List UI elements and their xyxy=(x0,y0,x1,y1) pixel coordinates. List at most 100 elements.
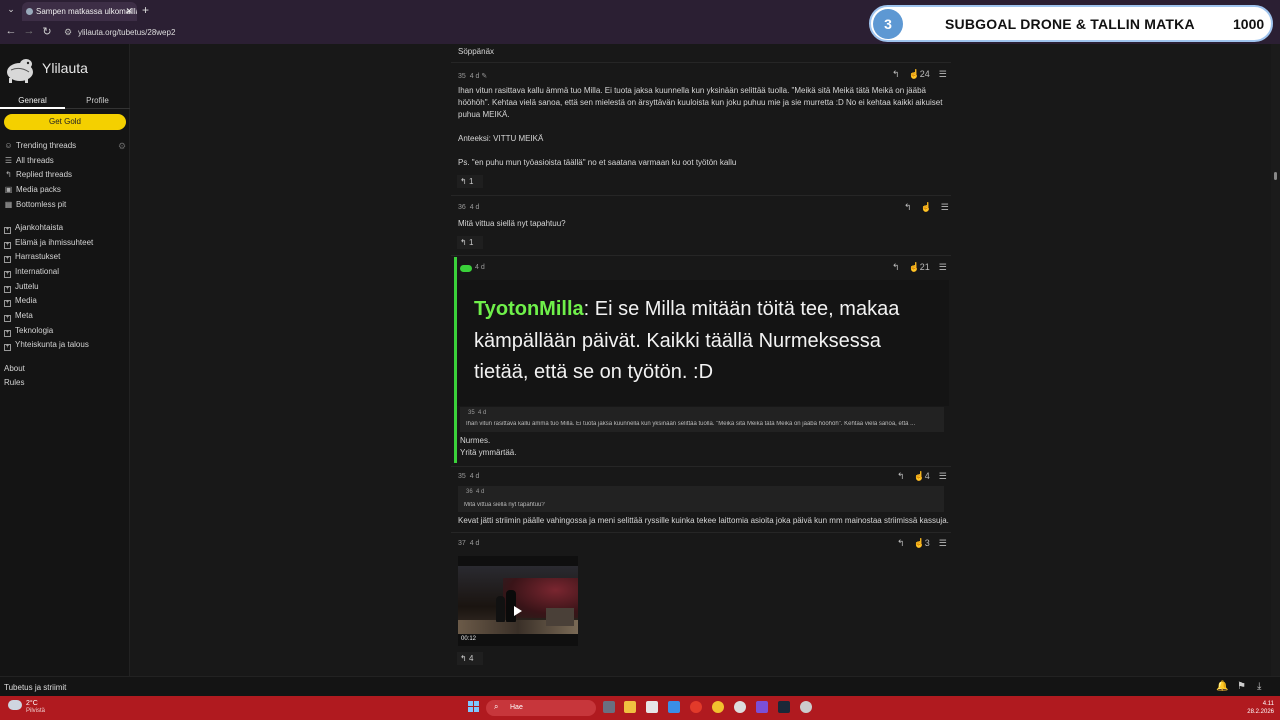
task-view-icon[interactable] xyxy=(603,701,615,713)
like-icon[interactable]: ☝21 xyxy=(909,262,930,272)
tab-profile[interactable]: Profile xyxy=(65,92,130,109)
sidebar-item-all-threads[interactable]: ☰ All threads xyxy=(4,156,128,168)
like-icon[interactable]: ☝24 xyxy=(909,69,930,79)
forward-icon[interactable]: → xyxy=(22,25,36,37)
expand-icon[interactable]: + xyxy=(4,330,11,337)
sidebar-category[interactable]: + Elämä ja ihmissuhteet xyxy=(4,238,128,250)
teams-icon[interactable] xyxy=(756,701,768,713)
like-icon[interactable]: ☝3 xyxy=(914,538,930,548)
notifications-icon[interactable]: 🔔 xyxy=(1216,681,1228,692)
like-icon[interactable]: ☝4 xyxy=(914,471,930,481)
windows-start-icon[interactable] xyxy=(468,701,480,713)
taskbar-search[interactable]: ⌕ Hae xyxy=(486,700,596,716)
post-image[interactable]: TyotonMilla: Ei se Milla mitään töitä te… xyxy=(457,280,949,406)
menu-icon[interactable]: ☰ xyxy=(939,538,947,548)
sidebar-link-about[interactable]: About xyxy=(4,364,128,376)
reply-icon[interactable]: ↰ xyxy=(897,538,905,548)
post-text: Nurmes. xyxy=(460,436,491,445)
get-gold-button[interactable]: Get Gold xyxy=(4,114,126,130)
post-text: höö­höh". Kehtaa vielä sanoa, että sen m… xyxy=(458,98,943,107)
board-status-bar: Tubetus ja striimit 🔔 ⚑ ⤓ xyxy=(0,676,1280,696)
weather-desc: Pilvistä xyxy=(26,708,46,714)
post-actions: ↰ ☝ ☰ xyxy=(895,202,949,213)
reload-icon[interactable]: ↻ xyxy=(40,25,54,38)
expand-icon[interactable]: + xyxy=(4,300,11,307)
sidebar-category[interactable]: + Ajankohtaista xyxy=(4,223,128,235)
sidebar-category[interactable]: + Juttelu xyxy=(4,282,128,294)
sidebar-link-rules[interactable]: Rules xyxy=(4,378,128,390)
quote-meta: 36 4 d xyxy=(466,489,485,495)
post-actions: ↰ ☝21 ☰ xyxy=(883,262,947,273)
sidebar: Ylilauta General Profile Get Gold ⚙ ☺ Tre… xyxy=(0,44,130,676)
sidebar-item-bottomless-pit[interactable]: ▦ Bottomless pit xyxy=(4,200,128,212)
date: 28.2.2026 xyxy=(1247,709,1274,715)
expand-icon[interactable]: + xyxy=(4,344,11,351)
back-icon[interactable]: ← xyxy=(4,25,18,37)
play-icon[interactable] xyxy=(514,606,522,616)
divider xyxy=(451,466,951,467)
sidebar-category[interactable]: + Media xyxy=(4,296,128,308)
sidebar-item-trending[interactable]: ☺ Trending threads xyxy=(4,141,128,153)
weather-widget[interactable]: 2°C Pilvistä xyxy=(8,699,68,717)
new-tab-icon[interactable]: + xyxy=(142,3,149,17)
post-actions: ↰ ☝3 ☰ xyxy=(888,538,947,549)
taskbar: 2°C Pilvistä ⌕ Hae 4.11 28.2.2026 xyxy=(0,696,1280,720)
tab-list-icon[interactable]: ⌄ xyxy=(4,4,18,17)
browser-tab[interactable]: Sampen matkassa ulkomailla... ✕ xyxy=(22,2,137,21)
site-title[interactable]: Ylilauta xyxy=(42,60,88,76)
replies-button[interactable]: ↰ 4 xyxy=(457,652,483,665)
reply-icon[interactable]: ↰ xyxy=(904,202,912,212)
quote-text: Ihan vitun rasittava kallu ämmä tuo Mill… xyxy=(466,421,916,427)
post-text: Mitä vittua siellä nyt tapahtuu? xyxy=(458,219,566,228)
chrome-icon[interactable] xyxy=(712,701,724,713)
expand-icon[interactable]: + xyxy=(4,256,11,263)
opera-icon[interactable] xyxy=(690,701,702,713)
quoted-post[interactable]: 36 4 d Mitä vittua siellä nyt tapahtuu? xyxy=(458,486,944,512)
obs-icon[interactable] xyxy=(800,701,812,713)
sidebar-category[interactable]: + Meta xyxy=(4,311,128,323)
video-duration: 00:12 xyxy=(461,636,477,642)
replies-button[interactable]: ↰ 1 xyxy=(457,236,483,249)
settings-app-icon[interactable] xyxy=(734,701,746,713)
expand-icon[interactable]: + xyxy=(4,227,11,234)
download-icon[interactable]: ⤓ xyxy=(1257,681,1261,692)
file-explorer-icon[interactable] xyxy=(624,701,636,713)
scroll-thumb[interactable] xyxy=(1274,172,1277,180)
expand-icon[interactable]: + xyxy=(4,242,11,249)
url-text: ylilauta.org/tubetus/28wep2 xyxy=(78,28,176,37)
mail-icon[interactable] xyxy=(668,701,680,713)
board-name[interactable]: Tubetus ja striimit xyxy=(4,683,66,692)
sidebar-item-replied[interactable]: ↰ Replied threads xyxy=(4,170,128,182)
close-tab-icon[interactable]: ✕ xyxy=(125,6,133,17)
system-clock[interactable]: 4.11 28.2.2026 xyxy=(1240,700,1274,716)
ylilauta-logo-icon[interactable] xyxy=(5,56,35,84)
sidebar-category[interactable]: + Yhteiskunta ja talous xyxy=(4,340,128,352)
replies-button[interactable]: ↰ 1 xyxy=(457,175,483,188)
menu-icon[interactable]: ☰ xyxy=(939,471,947,481)
scrollbar[interactable] xyxy=(1271,44,1280,676)
menu-icon[interactable]: ☰ xyxy=(939,262,947,272)
store-icon[interactable] xyxy=(646,701,658,713)
expand-icon[interactable]: + xyxy=(4,286,11,293)
quote-meta: 35 4 d xyxy=(468,410,487,416)
tab-general[interactable]: General xyxy=(0,92,65,109)
reply-icon[interactable]: ↰ xyxy=(892,69,900,79)
own-post-badge xyxy=(460,265,472,272)
expand-icon[interactable]: + xyxy=(4,271,11,278)
quoted-post[interactable]: 35 4 d Ihan vitun rasittava kallu ämmä t… xyxy=(460,407,944,432)
sidebar-category[interactable]: + Teknologia xyxy=(4,326,128,338)
steam-icon[interactable] xyxy=(778,701,790,713)
sidebar-item-media-packs[interactable]: ▣ Media packs xyxy=(4,185,128,197)
video-thumbnail[interactable]: 00:12 xyxy=(458,556,578,646)
sidebar-category[interactable]: + Harrastukset xyxy=(4,252,128,264)
sidebar-category[interactable]: + International xyxy=(4,267,128,279)
reply-icon[interactable]: ↰ xyxy=(897,471,905,481)
menu-icon[interactable]: ☰ xyxy=(939,69,947,79)
menu-icon[interactable]: ☰ xyxy=(941,202,949,212)
expand-icon[interactable]: + xyxy=(4,315,11,322)
bookmark-icon[interactable]: ⚑ xyxy=(1237,681,1246,692)
reply-icon[interactable]: ↰ xyxy=(892,262,900,272)
site-info-icon[interactable]: ⚙ xyxy=(64,27,72,38)
divider xyxy=(451,532,951,533)
like-icon[interactable]: ☝ xyxy=(921,202,932,212)
